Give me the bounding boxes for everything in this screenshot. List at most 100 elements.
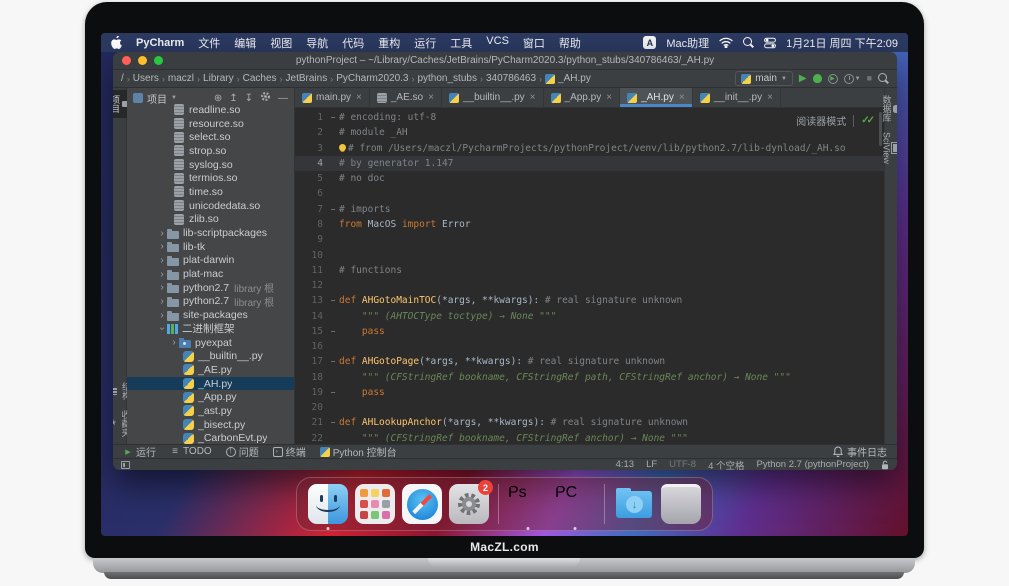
tree-item[interactable]: _CarbonEvt.py	[127, 432, 294, 445]
chevron-down-icon[interactable]: ▼	[855, 76, 861, 82]
chevron-right-icon[interactable]: ›	[169, 337, 179, 348]
tree-item[interactable]: resource.so	[127, 117, 294, 131]
tree-item[interactable]: _AH.py	[127, 377, 294, 391]
menu-item[interactable]: 导航	[306, 35, 328, 51]
tree-item[interactable]: select.so	[127, 130, 294, 144]
editor-scrollbar[interactable]	[879, 112, 882, 146]
fold-marker-icon[interactable]: −	[327, 327, 339, 336]
menu-item[interactable]: 重构	[378, 35, 400, 51]
close-tab-icon[interactable]: ×	[606, 92, 612, 103]
tree-item[interactable]: time.so	[127, 185, 294, 199]
chevron-right-icon[interactable]: ›	[157, 241, 167, 252]
tree-item[interactable]: ›lib-tk	[127, 240, 294, 254]
control-center-icon[interactable]	[764, 37, 776, 49]
fold-marker-icon[interactable]: −	[327, 113, 339, 122]
menu-item[interactable]: 帮助	[559, 35, 581, 51]
chevron-down-icon[interactable]: ›	[157, 324, 168, 334]
fold-marker-icon[interactable]: −	[327, 357, 339, 366]
locate-file-icon[interactable]: ⊕	[214, 93, 222, 104]
breadcrumb-item[interactable]: python_stubs	[417, 73, 477, 84]
chevron-right-icon[interactable]: ›	[157, 310, 167, 321]
status-item[interactable]: UTF-8	[669, 459, 696, 470]
tree-item[interactable]: ›plat-darwin	[127, 254, 294, 268]
menu-app-name[interactable]: PyCharm	[136, 37, 184, 49]
debug-button[interactable]	[813, 74, 822, 83]
menu-assistant[interactable]: Mac助理	[666, 35, 709, 51]
editor-tab[interactable]: __init__.py×	[693, 88, 781, 107]
dock-app-pycharm[interactable]: PC	[555, 484, 595, 524]
expand-all-icon[interactable]: ↥	[229, 93, 237, 104]
close-tab-icon[interactable]: ×	[679, 92, 685, 103]
tree-item[interactable]: strop.so	[127, 144, 294, 158]
dock-app-safari[interactable]	[402, 484, 442, 524]
breadcrumb-item[interactable]: maczl	[168, 73, 194, 84]
status-item[interactable]: LF	[646, 459, 657, 470]
editor-tab[interactable]: _AE.so×	[370, 88, 442, 107]
status-item[interactable]: Python 2.7 (pythonProject)	[757, 459, 869, 470]
menu-item[interactable]: 代码	[342, 35, 364, 51]
profiler-button[interactable]	[844, 74, 854, 84]
breadcrumb-item[interactable]: _AH.py	[545, 73, 591, 84]
run-button[interactable]: ▶	[799, 74, 807, 84]
fold-marker-icon[interactable]: −	[327, 388, 339, 397]
hide-panel-icon[interactable]: —	[278, 93, 288, 104]
tool-window-button-python-console[interactable]: Python 控制台	[320, 444, 397, 459]
tool-window-button-todo[interactable]: TODO	[170, 446, 212, 457]
breadcrumb-item[interactable]: Library	[203, 73, 234, 84]
tree-item[interactable]: ›python2.7library 根	[127, 295, 294, 309]
close-tab-icon[interactable]: ×	[767, 92, 773, 103]
code-editor[interactable]: 1−# encoding: utf-82# module _AH3# from …	[295, 108, 884, 444]
breadcrumb-item[interactable]: Caches	[243, 73, 277, 84]
chevron-down-icon[interactable]: ▼	[171, 95, 177, 101]
tree-item[interactable]: ›plat-mac	[127, 267, 294, 281]
tree-item[interactable]: ›python2.7library 根	[127, 281, 294, 295]
intention-bulb-icon[interactable]	[339, 144, 346, 151]
window-title-bar[interactable]: pythonProject – ~/Library/Caches/JetBrai…	[113, 52, 897, 70]
tree-item[interactable]: _bisect.py	[127, 418, 294, 432]
menu-datetime[interactable]: 1月21日 周四 下午2:09	[786, 35, 898, 51]
tool-window-button-problems[interactable]: 问题	[226, 444, 259, 459]
tree-item[interactable]: zlib.so	[127, 213, 294, 227]
tree-item[interactable]: _AE.py	[127, 363, 294, 377]
chevron-right-icon[interactable]: ›	[157, 269, 167, 280]
breadcrumb-item[interactable]: PyCharm2020.3	[336, 73, 408, 84]
tree-item[interactable]: ›site-packages	[127, 308, 294, 322]
run-with-coverage-button[interactable]: ▶	[828, 74, 838, 84]
dock-app-trash[interactable]	[661, 484, 701, 524]
close-tab-icon[interactable]: ×	[530, 92, 536, 103]
tree-item[interactable]: unicodedata.so	[127, 199, 294, 213]
menu-item[interactable]: 编辑	[234, 35, 256, 51]
breadcrumb-item[interactable]: Users	[133, 73, 159, 84]
run-configuration-selector[interactable]: main ▼	[735, 71, 793, 86]
tree-item[interactable]: _App.py	[127, 390, 294, 404]
tree-item[interactable]: __builtin__.py	[127, 349, 294, 363]
search-everywhere-icon[interactable]	[878, 73, 889, 84]
tool-window-button-run[interactable]: 运行	[123, 444, 156, 459]
lock-icon[interactable]	[881, 460, 889, 470]
chevron-right-icon[interactable]: ›	[157, 228, 167, 239]
dock-app-launchpad[interactable]	[355, 484, 395, 524]
fold-marker-icon[interactable]: −	[327, 418, 339, 427]
input-source-icon[interactable]: A	[643, 36, 656, 49]
breadcrumb-item[interactable]: 340786463	[486, 73, 536, 84]
chevron-right-icon[interactable]: ›	[157, 296, 167, 307]
dock-app-downloads[interactable]: ↓	[614, 484, 654, 524]
apple-menu-icon[interactable]	[111, 36, 122, 49]
dock-app-photoshop[interactable]: Ps	[508, 484, 548, 524]
tree-item[interactable]: termios.so	[127, 171, 294, 185]
reader-mode-widget[interactable]: 阅读器模式 ✓✓	[796, 113, 872, 128]
menu-item[interactable]: 文件	[198, 35, 220, 51]
chevron-right-icon[interactable]: ›	[157, 282, 167, 293]
tree-item[interactable]: ›二进制框架	[127, 322, 294, 336]
tree-item[interactable]: _ast.py	[127, 404, 294, 418]
tool-window-toggle-icon[interactable]	[121, 461, 130, 469]
fold-marker-icon[interactable]: −	[327, 296, 339, 305]
tree-item[interactable]: readline.so	[127, 103, 294, 117]
inspections-ok-icon[interactable]: ✓✓	[861, 115, 872, 126]
spotlight-search-icon[interactable]	[743, 37, 754, 48]
status-item[interactable]: 4 个空格	[708, 458, 744, 471]
collapse-all-icon[interactable]: ↧	[245, 93, 253, 104]
menu-item[interactable]: VCS	[486, 35, 509, 51]
close-tab-icon[interactable]: ×	[356, 92, 362, 103]
menu-item[interactable]: 视图	[270, 35, 292, 51]
